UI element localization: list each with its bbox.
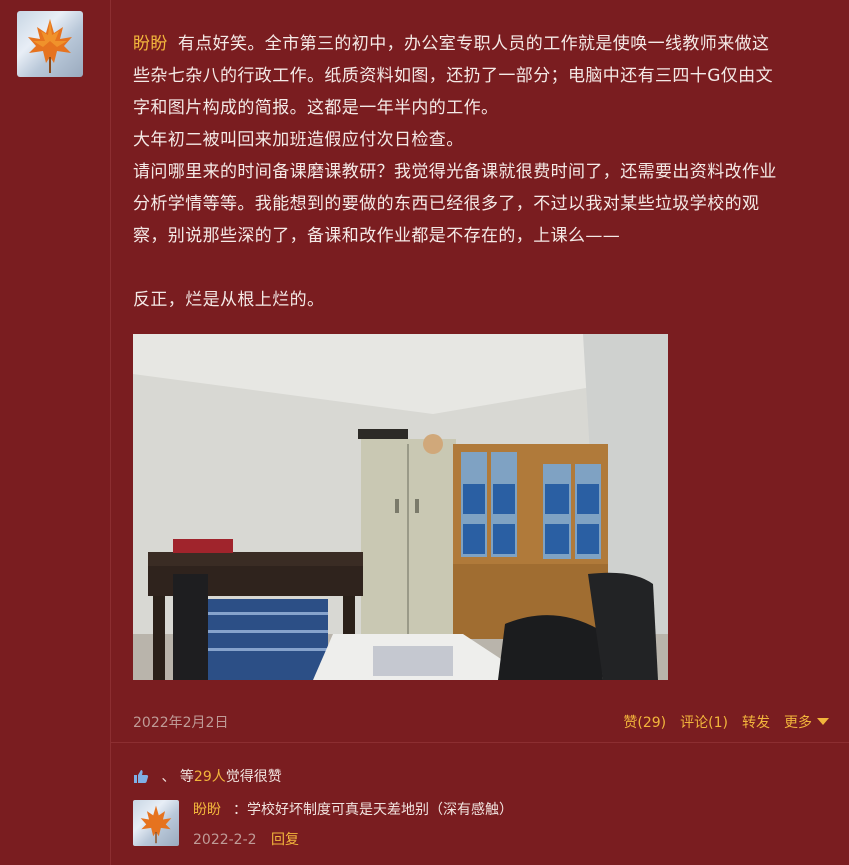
post-line: 盼盼 有点好笑。全市第三的初中，办公室专职人员的工作就是使唤一线教师来做这 xyxy=(133,28,833,60)
more-button[interactable]: 更多 xyxy=(784,712,829,732)
likes-count[interactable]: 29人 xyxy=(194,769,226,785)
post-line: 字和图片构成的简报。这都是一年半内的工作。 xyxy=(133,98,499,118)
post-line: 大年初二被叫回来加班造假应付次日检查。 xyxy=(133,130,464,150)
post-meta: 2022年2月2日 赞(29) 评论(1) 转发 更多 xyxy=(133,712,829,732)
reply-date: 2022-2-2 xyxy=(193,832,257,848)
post-actions: 赞(29) 评论(1) 转发 更多 xyxy=(623,712,829,732)
caret-down-icon xyxy=(817,718,829,725)
likes-prefix: 、 等 xyxy=(161,769,194,785)
post-line: 察，别说那些深的了，备课和改作业都是不存在的，上课么—— xyxy=(133,226,621,246)
like-button[interactable]: 赞(29) xyxy=(623,712,666,732)
avatar[interactable] xyxy=(17,11,83,77)
post-line: 些杂七杂八的行政工作。纸质资料如图，还扔了一部分；电脑中还有三四十G仅由文 xyxy=(133,66,773,86)
post-date: 2022年2月2日 xyxy=(133,715,229,731)
post-line: 请问哪里来的时间备课磨课教研？我觉得光备课就很费时间了，还需要出资料改作业 xyxy=(133,162,777,182)
reply-text: 盼盼 ：学校好坏制度可真是天差地别（深有感触） xyxy=(193,799,513,819)
more-label: 更多 xyxy=(784,715,812,731)
post-line: 反正，烂是从根上烂的。 xyxy=(133,290,325,310)
reply-meta: 2022-2-2 回复 xyxy=(193,829,299,849)
reply-button[interactable]: 回复 xyxy=(271,832,299,848)
post-content: 盼盼 有点好笑。全市第三的初中，办公室专职人员的工作就是使唤一线教师来做这 些杂七… xyxy=(133,28,833,316)
office-photo-image xyxy=(133,334,668,680)
maple-leaf-icon xyxy=(28,19,72,73)
likes-suffix: 觉得很赞 xyxy=(225,769,282,785)
post-line: 分析学情等等。我能想到的要做的东西已经很多了，不过以我对某些垃圾学校的观 xyxy=(133,194,760,214)
likes-summary: 、 等29人觉得很赞 xyxy=(133,766,282,788)
post-photo[interactable] xyxy=(133,334,668,680)
post-card: 盼盼 有点好笑。全市第三的初中，办公室专职人员的工作就是使唤一线教师来做这 些杂七… xyxy=(111,0,849,741)
reply-author[interactable]: 盼盼 xyxy=(193,802,221,818)
thumbs-up-icon xyxy=(133,768,149,788)
maple-leaf-icon xyxy=(140,805,172,844)
section-divider xyxy=(111,742,849,743)
comment-button[interactable]: 评论(1) xyxy=(680,712,728,732)
post-text: 有点好笑。全市第三的初中，办公室专职人员的工作就是使唤一线教师来做这 xyxy=(177,34,770,54)
post-author[interactable]: 盼盼 xyxy=(133,34,168,54)
repost-button[interactable]: 转发 xyxy=(742,712,770,732)
reply-body: ：学校好坏制度可真是天差地别（深有感触） xyxy=(233,802,513,818)
reply-avatar[interactable] xyxy=(133,800,179,846)
